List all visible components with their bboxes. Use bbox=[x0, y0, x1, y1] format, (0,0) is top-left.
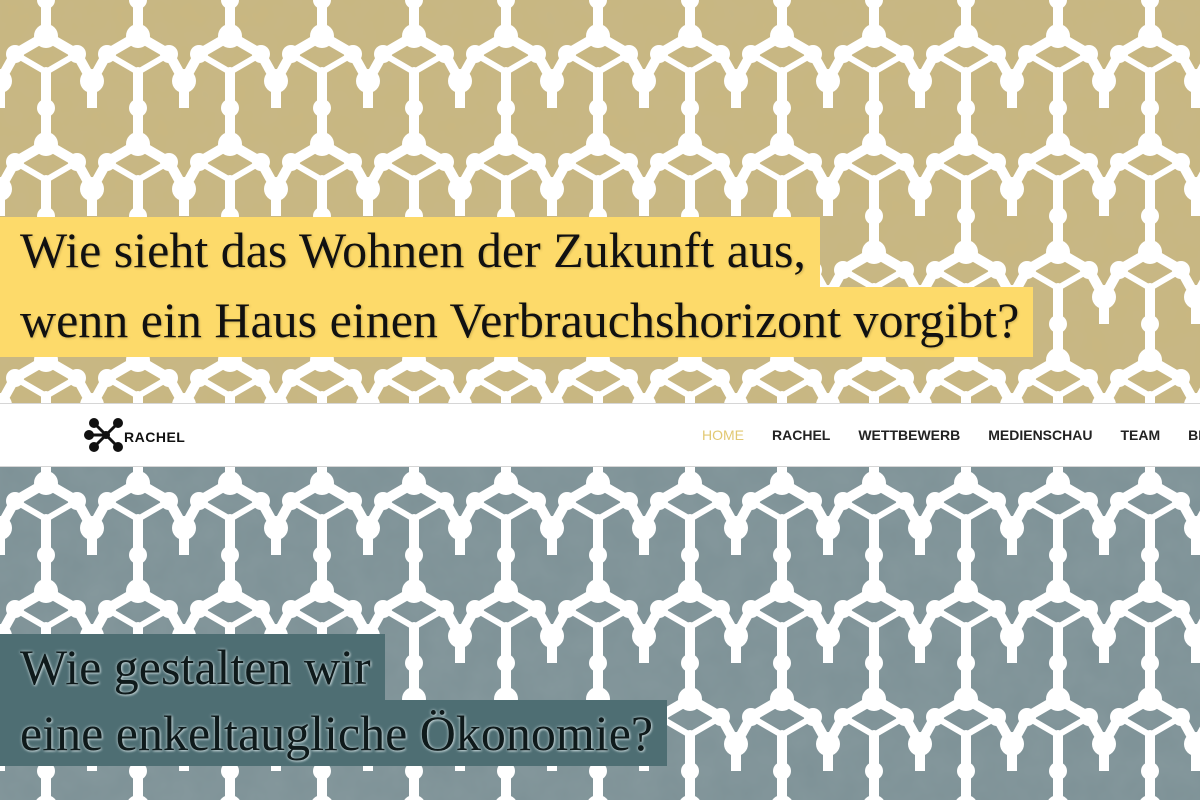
hero-bottom-line-1: Wie gestalten wir bbox=[0, 634, 385, 700]
nav-item-medienschau[interactable]: MEDIENSCHAU bbox=[988, 427, 1092, 443]
hero-top-line-1: Wie sieht das Wohnen der Zukunft aus, bbox=[0, 217, 820, 287]
hero-top-banner: Wie sieht das Wohnen der Zukunft aus, we… bbox=[0, 0, 1200, 403]
nav-item-rachel[interactable]: RACHEL bbox=[772, 427, 830, 443]
molecule-icon bbox=[84, 418, 123, 452]
hero-bottom-line-2: eine enkeltaugliche Ökonomie? bbox=[0, 700, 668, 766]
primary-nav: HOME RACHEL WETTBEWERB MEDIENSCHAU TEAM … bbox=[702, 404, 1200, 466]
nav-item-wettbewerb[interactable]: WETTBEWERB bbox=[858, 427, 960, 443]
hero-bottom-banner: Wie gestalten wir eine enkeltaugliche Ök… bbox=[0, 467, 1200, 800]
hero-bottom-headline: Wie gestalten wir eine enkeltaugliche Ök… bbox=[0, 634, 668, 766]
logo-text: RACHEL bbox=[124, 428, 186, 445]
page: Wie sieht das Wohnen der Zukunft aus, we… bbox=[0, 0, 1200, 800]
site-logo[interactable]: RACHEL bbox=[84, 412, 188, 458]
main-navbar: RACHEL HOME RACHEL WETTBEWERB MEDIENSCHA… bbox=[0, 403, 1200, 467]
nav-item-team[interactable]: TEAM bbox=[1120, 427, 1160, 443]
hero-top-headline: Wie sieht das Wohnen der Zukunft aus, we… bbox=[0, 217, 1034, 357]
nav-item-home[interactable]: HOME bbox=[702, 427, 744, 443]
nav-item-blog[interactable]: BL bbox=[1188, 427, 1200, 443]
hero-top-line-2: wenn ein Haus einen Verbrauchshorizont v… bbox=[0, 287, 1034, 357]
